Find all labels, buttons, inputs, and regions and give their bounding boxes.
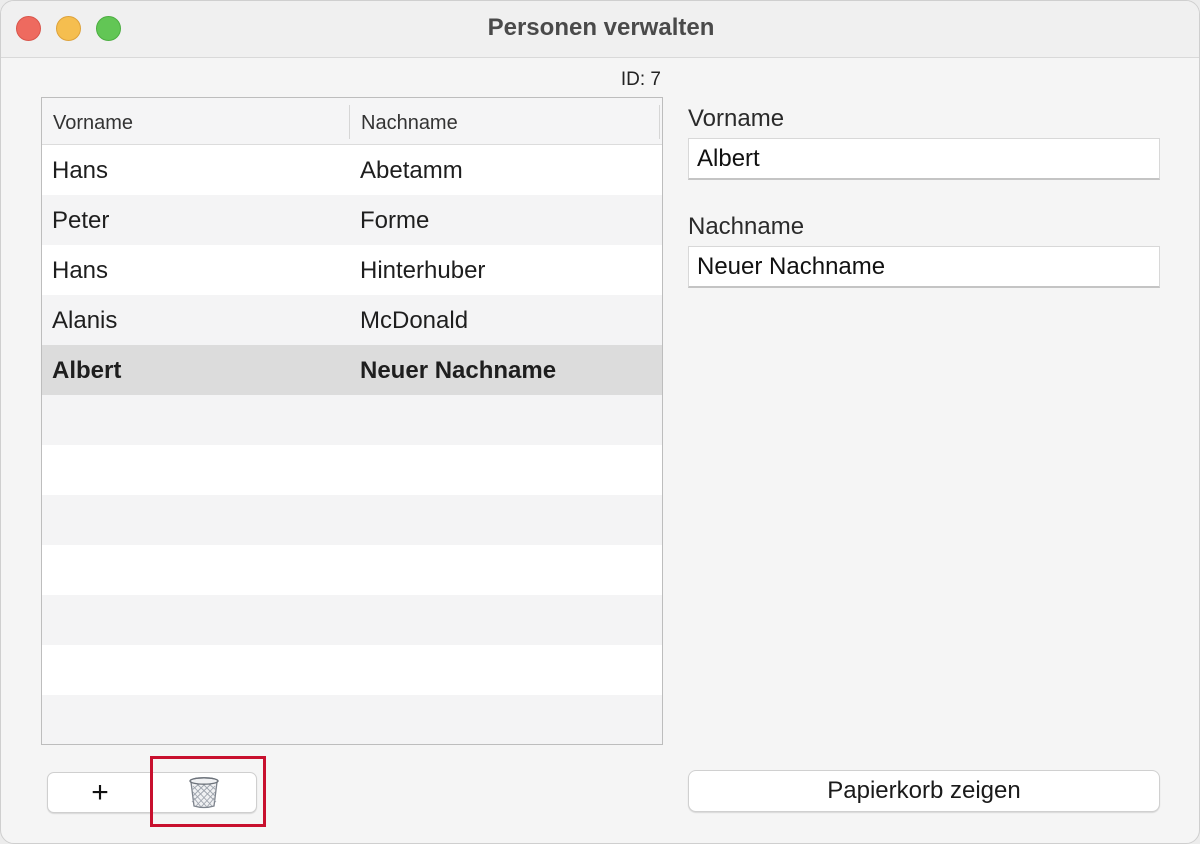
plus-icon: +	[91, 775, 109, 809]
window-title: Personen verwalten	[487, 14, 715, 41]
cell-vorname: Alanis	[52, 307, 118, 334]
highlight-box	[150, 756, 266, 827]
column-header-nachname[interactable]: Nachname	[361, 112, 458, 135]
table-row-empty	[42, 695, 662, 744]
table-body: Hans Abetamm Peter Forme Hans Hinterhuber Alan…	[42, 145, 662, 744]
column-divider	[659, 105, 660, 139]
cell-nachname: Hinterhuber	[360, 257, 486, 284]
table-row[interactable]: Albert Neuer Nachname	[42, 345, 662, 395]
table-row-empty	[42, 445, 662, 495]
record-id-label: ID: 7	[620, 69, 661, 90]
table-row-empty	[42, 595, 662, 645]
window: Personen verwalten ID: 7 Vorname Nachnam…	[0, 0, 1200, 844]
vorname-field[interactable]	[688, 138, 1160, 180]
persons-table[interactable]: Vorname Nachname Hans Abetamm Peter Forme Ha…	[41, 97, 663, 745]
nachname-label: Nachname	[688, 213, 805, 240]
add-person-button[interactable]: +	[48, 773, 152, 812]
cell-nachname: Abetamm	[360, 157, 463, 184]
show-trash-button[interactable]: Papierkorb zeigen	[688, 770, 1160, 812]
nachname-field[interactable]	[688, 246, 1160, 288]
column-header-vorname[interactable]: Vorname	[53, 112, 133, 135]
vorname-label: Vorname	[688, 105, 785, 132]
cell-vorname: Peter	[52, 207, 110, 234]
column-divider	[349, 105, 350, 139]
title-bar: Personen verwalten	[1, 1, 1199, 58]
table-row[interactable]: Alanis McDonald	[42, 295, 662, 345]
cell-nachname: Neuer Nachname	[360, 357, 557, 384]
cell-vorname: Albert	[52, 357, 122, 384]
cell-vorname: Hans	[52, 157, 109, 184]
table-row[interactable]: Peter Forme	[42, 195, 662, 245]
table-row-empty	[42, 545, 662, 595]
table-row[interactable]: Hans Hinterhuber	[42, 245, 662, 295]
table-row[interactable]: Hans Abetamm	[42, 145, 662, 195]
table-row-empty	[42, 645, 662, 695]
cell-nachname: McDonald	[360, 307, 469, 334]
table-row-empty	[42, 495, 662, 545]
table-row-empty	[42, 395, 662, 445]
table-header: Vorname Nachname	[42, 98, 662, 145]
cell-nachname: Forme	[360, 207, 430, 234]
cell-vorname: Hans	[52, 257, 109, 284]
